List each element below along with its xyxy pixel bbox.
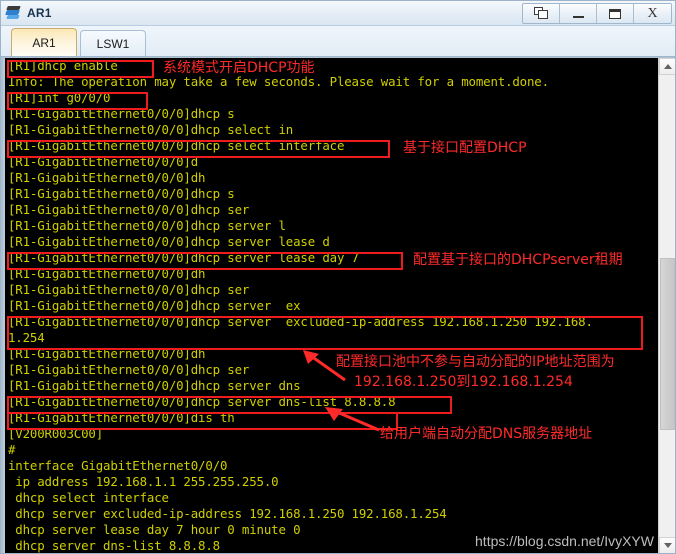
terminal-line: [R1-GigabitEthernet0/0/0]dhcp select int… (8, 138, 345, 153)
annotation-dhcp-enable: 系统模式开启DHCP功能 (163, 60, 315, 76)
cascade-icon (533, 7, 549, 20)
terminal-output: [R1]dhcp enable Info: The operation may t… (5, 58, 658, 553)
title-bar: AR1 X (1, 1, 675, 26)
terminal-line: interface GigabitEthernet0/0/0 (8, 458, 228, 473)
arrow-to-excluded-ip (303, 350, 346, 382)
annotation-select-iface: 基于接口配置DHCP (403, 140, 527, 156)
cascade-button[interactable] (523, 4, 560, 23)
terminal-line: dhcp server excluded-ip-address 192.168.… (8, 506, 447, 521)
terminal-line: [R1-GigabitEthernet0/0/0]dhcp server lea… (8, 234, 330, 249)
scrollbar-thumb[interactable] (660, 258, 675, 430)
tab-ar1[interactable]: AR1 (11, 28, 77, 56)
tab-ar1-label: AR1 (32, 35, 56, 50)
terminal-line: [R1-GigabitEthernet0/0/0]dh (8, 266, 206, 281)
tab-lsw1[interactable]: LSW1 (80, 30, 146, 56)
terminal-line: ip address 192.168.1.1 255.255.255.0 (8, 474, 279, 489)
ar-router-icon (5, 4, 23, 22)
terminal-console[interactable]: [R1]dhcp enable Info: The operation may t… (3, 58, 658, 553)
close-button[interactable]: X (634, 4, 671, 23)
terminal-line: [R1-GigabitEthernet0/0/0]dhcp ser (8, 282, 250, 297)
terminal-line: Info: The operation may take a few secon… (8, 74, 549, 89)
minimize-button[interactable] (560, 4, 597, 23)
window-title: AR1 (27, 6, 52, 20)
vertical-scrollbar[interactable] (658, 58, 675, 553)
maximize-button[interactable] (597, 4, 634, 23)
terminal-line: [R1-GigabitEthernet0/0/0]dhcp server l (8, 218, 286, 233)
terminal-line: [R1-GigabitEthernet0/0/0]dhcp server exc… (8, 314, 593, 329)
maximize-icon (609, 8, 621, 19)
scroll-up-button[interactable] (659, 58, 675, 75)
terminal-line: # (8, 442, 16, 457)
watermark: https://blog.csdn.net/IvyXYW (475, 533, 654, 549)
minimize-icon (572, 16, 584, 18)
terminal-line: [R1]int g0/0/0 (8, 90, 111, 105)
annotation-dns-list: 给用户端自动分配DNS服务器地址 (380, 426, 593, 442)
terminal-line: 1.254 (8, 330, 45, 345)
scroll-up-arrow-icon (663, 64, 672, 69)
window-buttons: X (522, 3, 672, 24)
annotation-excluded-1: 配置接口池中不参与自动分配的IP地址范围为 (336, 354, 615, 370)
terminal-line: [R1-GigabitEthernet0/0/0]d (8, 154, 199, 169)
terminal-line: dhcp select interface (8, 490, 169, 505)
terminal-line: [R1-GigabitEthernet0/0/0]dhcp s (8, 106, 235, 121)
annotation-excluded-2: 192.168.1.250到192.168.1.254 (354, 374, 573, 390)
scroll-down-button[interactable] (659, 537, 675, 553)
arrow-to-dns-list (325, 407, 380, 432)
tab-strip: AR1 LSW1 (1, 26, 675, 57)
terminal-area: [R1]dhcp enable Info: The operation may t… (1, 57, 675, 553)
ar1-window: AR1 X AR1 LSW1 [R1]dhcp enable Info: The… (0, 0, 676, 554)
scroll-down-arrow-icon (663, 543, 672, 548)
terminal-line: [R1-GigabitEthernet0/0/0]dhcp select in (8, 122, 294, 137)
terminal-line: [R1]dhcp enable (8, 58, 118, 73)
terminal-line: [R1-GigabitEthernet0/0/0]dhcp s (8, 186, 235, 201)
terminal-line: [R1-GigabitEthernet0/0/0]dhcp ser (8, 202, 250, 217)
tab-lsw1-label: LSW1 (96, 36, 130, 51)
terminal-line: [R1-GigabitEthernet0/0/0]dh (8, 170, 206, 185)
terminal-line: [R1-GigabitEthernet0/0/0]dhcp server ex (8, 298, 301, 313)
close-icon: X (647, 5, 658, 21)
annotation-lease: 配置基于接口的DHCPserver租期 (413, 252, 623, 268)
